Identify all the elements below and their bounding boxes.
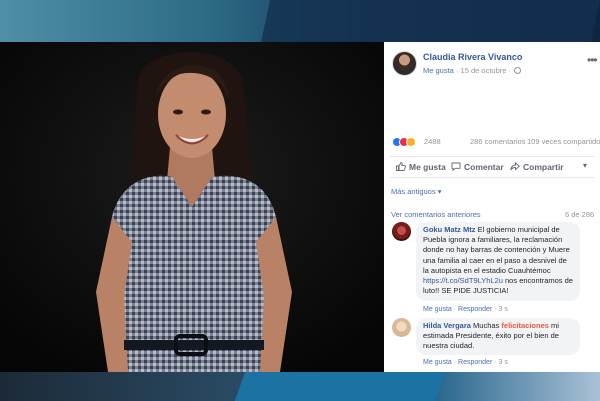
bottom-band-slant (234, 372, 446, 401)
comment-page-count: 6 de 286 (565, 210, 595, 219)
comment-reply-link[interactable]: Responder (458, 306, 492, 313)
reaction-count[interactable]: 2488 (424, 137, 441, 146)
comment-button-label: Comentar (464, 162, 504, 172)
post-meta: Me gusta · 15 de octubre · (423, 66, 522, 75)
comment-bubble: Hilda Vergara Muchas felicitaciones mi e… (416, 318, 580, 355)
view-previous-comments-link[interactable]: Ver comentarios anteriores (391, 210, 481, 219)
comment-like-link[interactable]: Me gusta (423, 359, 452, 366)
comment-meta: Me gusta · Responder · 3 s (423, 306, 508, 313)
more-options-icon[interactable]: ••• (587, 53, 598, 67)
top-decorative-band (0, 0, 600, 42)
comment-highlight-word: felicitaciones (501, 321, 549, 330)
facebook-post-panel: Claudia Rivera Vivanco Me gusta · 15 de … (384, 42, 600, 372)
globe-icon (514, 67, 522, 74)
like-button-label: Me gusta (409, 162, 446, 172)
share-arrow-icon (510, 162, 520, 171)
share-button[interactable]: Compartir (510, 162, 564, 172)
like-page-link[interactable]: Me gusta (423, 66, 454, 75)
comment-time: 3 s (498, 306, 508, 313)
commenter-avatar[interactable] (392, 318, 411, 337)
comment-time: 3 s (498, 359, 508, 366)
like-button[interactable]: Me gusta (396, 162, 446, 172)
commenter-name[interactable]: Goku Matz Mtz (423, 225, 476, 234)
comment-bubble: Goku Matz Mtz El gobierno municipal de P… (416, 222, 580, 301)
thumbs-up-icon (396, 162, 406, 171)
portrait-illustration (0, 42, 384, 372)
comment-sort-dropdown[interactable]: Más antiguos ▾ (391, 187, 441, 196)
commenter-avatar[interactable] (392, 222, 411, 241)
comment-like-link[interactable]: Me gusta (423, 306, 452, 313)
top-band-slant (261, 0, 600, 42)
comment-button[interactable]: Comentar (451, 162, 504, 172)
post-stats: 2488 286 comentarios 109 veces compartid… (392, 136, 600, 150)
comments-count[interactable]: 286 comentarios (470, 137, 525, 146)
comment-bubble-icon (451, 162, 461, 171)
profile-photo (0, 42, 384, 372)
author-name[interactable]: Claudia Rivera Vivanco (423, 52, 522, 62)
comment-reply-link[interactable]: Responder (458, 359, 492, 366)
author-avatar[interactable] (392, 51, 417, 76)
meta-separator-2: · (508, 66, 514, 75)
comment-link[interactable]: https://t.co/SdT9LYhL2u (423, 276, 503, 285)
share-options-caret-icon[interactable]: ▾ (583, 161, 587, 170)
post-header: Claudia Rivera Vivanco Me gusta · 15 de … (392, 51, 598, 81)
shares-count[interactable]: 109 veces compartido (527, 137, 600, 146)
comment-meta: Me gusta · Responder · 3 s (423, 359, 508, 366)
commenter-name[interactable]: Hilda Vergara (423, 321, 471, 330)
comment-text: Muchas (473, 321, 500, 330)
share-button-label: Compartir (523, 162, 564, 172)
post-date[interactable]: 15 de octubre (461, 66, 507, 75)
wow-reaction-icon (406, 137, 416, 147)
bottom-decorative-band (0, 372, 600, 401)
post-actions-bar: Me gusta Comentar Compartir ▾ (390, 156, 594, 178)
